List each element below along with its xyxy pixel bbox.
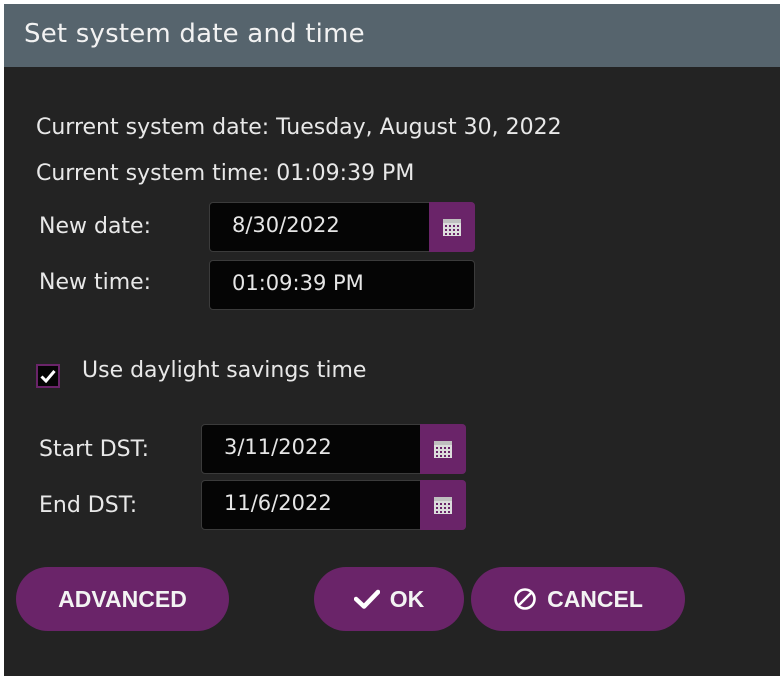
start-dst-field[interactable]: 3/11/2022 xyxy=(201,424,466,474)
ok-button[interactable]: OK xyxy=(314,567,464,631)
start-dst-label: Start DST: xyxy=(39,437,150,462)
start-dst-calendar-button[interactable] xyxy=(420,424,466,474)
dst-checkbox[interactable] xyxy=(36,364,60,388)
dst-checkbox-label[interactable]: Use daylight savings time xyxy=(82,358,366,383)
new-date-value[interactable]: 8/30/2022 xyxy=(232,213,340,237)
start-dst-value[interactable]: 3/11/2022 xyxy=(224,435,332,459)
advanced-button-label: ADVANCED xyxy=(58,585,187,612)
calendar-icon xyxy=(434,441,452,458)
calendar-icon xyxy=(434,497,452,514)
dialog-title: Set system date and time xyxy=(24,19,365,49)
end-dst-field[interactable]: 11/6/2022 xyxy=(201,480,466,530)
dialog-titlebar: Set system date and time xyxy=(4,4,780,67)
current-time-text: Current system time: 01:09:39 PM xyxy=(36,161,415,186)
cancel-button-label: CANCEL xyxy=(547,585,643,612)
new-date-field[interactable]: 8/30/2022 xyxy=(209,202,475,252)
check-icon xyxy=(353,589,380,609)
new-date-calendar-button[interactable] xyxy=(429,202,475,252)
cancel-button[interactable]: CANCEL xyxy=(471,567,685,631)
cancel-circle-icon xyxy=(514,588,536,610)
ok-button-label: OK xyxy=(389,585,425,612)
check-icon xyxy=(40,370,56,383)
end-dst-value[interactable]: 11/6/2022 xyxy=(224,491,332,515)
current-date-text: Current system date: Tuesday, August 30,… xyxy=(36,115,562,140)
end-dst-calendar-button[interactable] xyxy=(420,480,466,530)
new-date-label: New date: xyxy=(39,214,151,239)
new-time-value[interactable]: 01:09:39 PM xyxy=(232,271,364,295)
end-dst-label: End DST: xyxy=(39,493,138,518)
new-time-label: New time: xyxy=(39,270,152,295)
advanced-button[interactable]: ADVANCED xyxy=(16,567,229,631)
set-date-time-dialog: Set system date and time Current system … xyxy=(4,4,780,676)
new-time-field[interactable]: 01:09:39 PM xyxy=(209,260,475,310)
calendar-icon xyxy=(443,219,461,236)
